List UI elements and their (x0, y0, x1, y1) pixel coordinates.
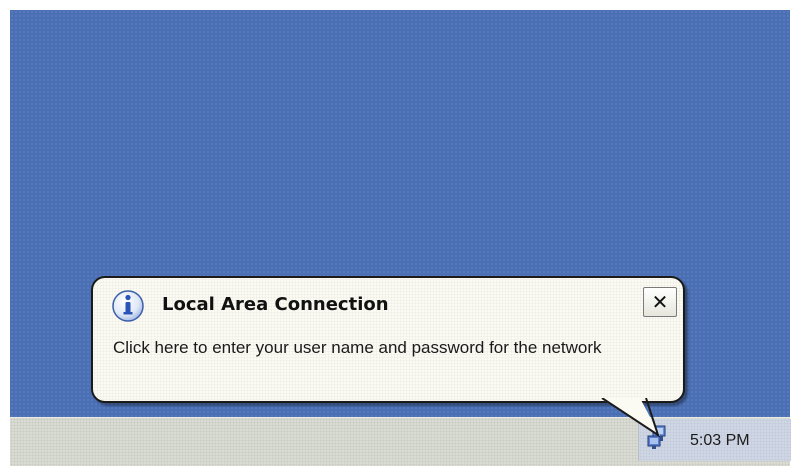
taskbar-clock[interactable]: 5:03 PM (690, 432, 750, 450)
close-icon: ✕ (651, 290, 669, 314)
info-icon (112, 290, 144, 322)
notification-message[interactable]: Click here to enter your user name and p… (113, 336, 669, 360)
balloon-pointer (600, 398, 660, 438)
notification-title: Local Area Connection (162, 294, 389, 315)
close-button[interactable]: ✕ (643, 287, 677, 317)
